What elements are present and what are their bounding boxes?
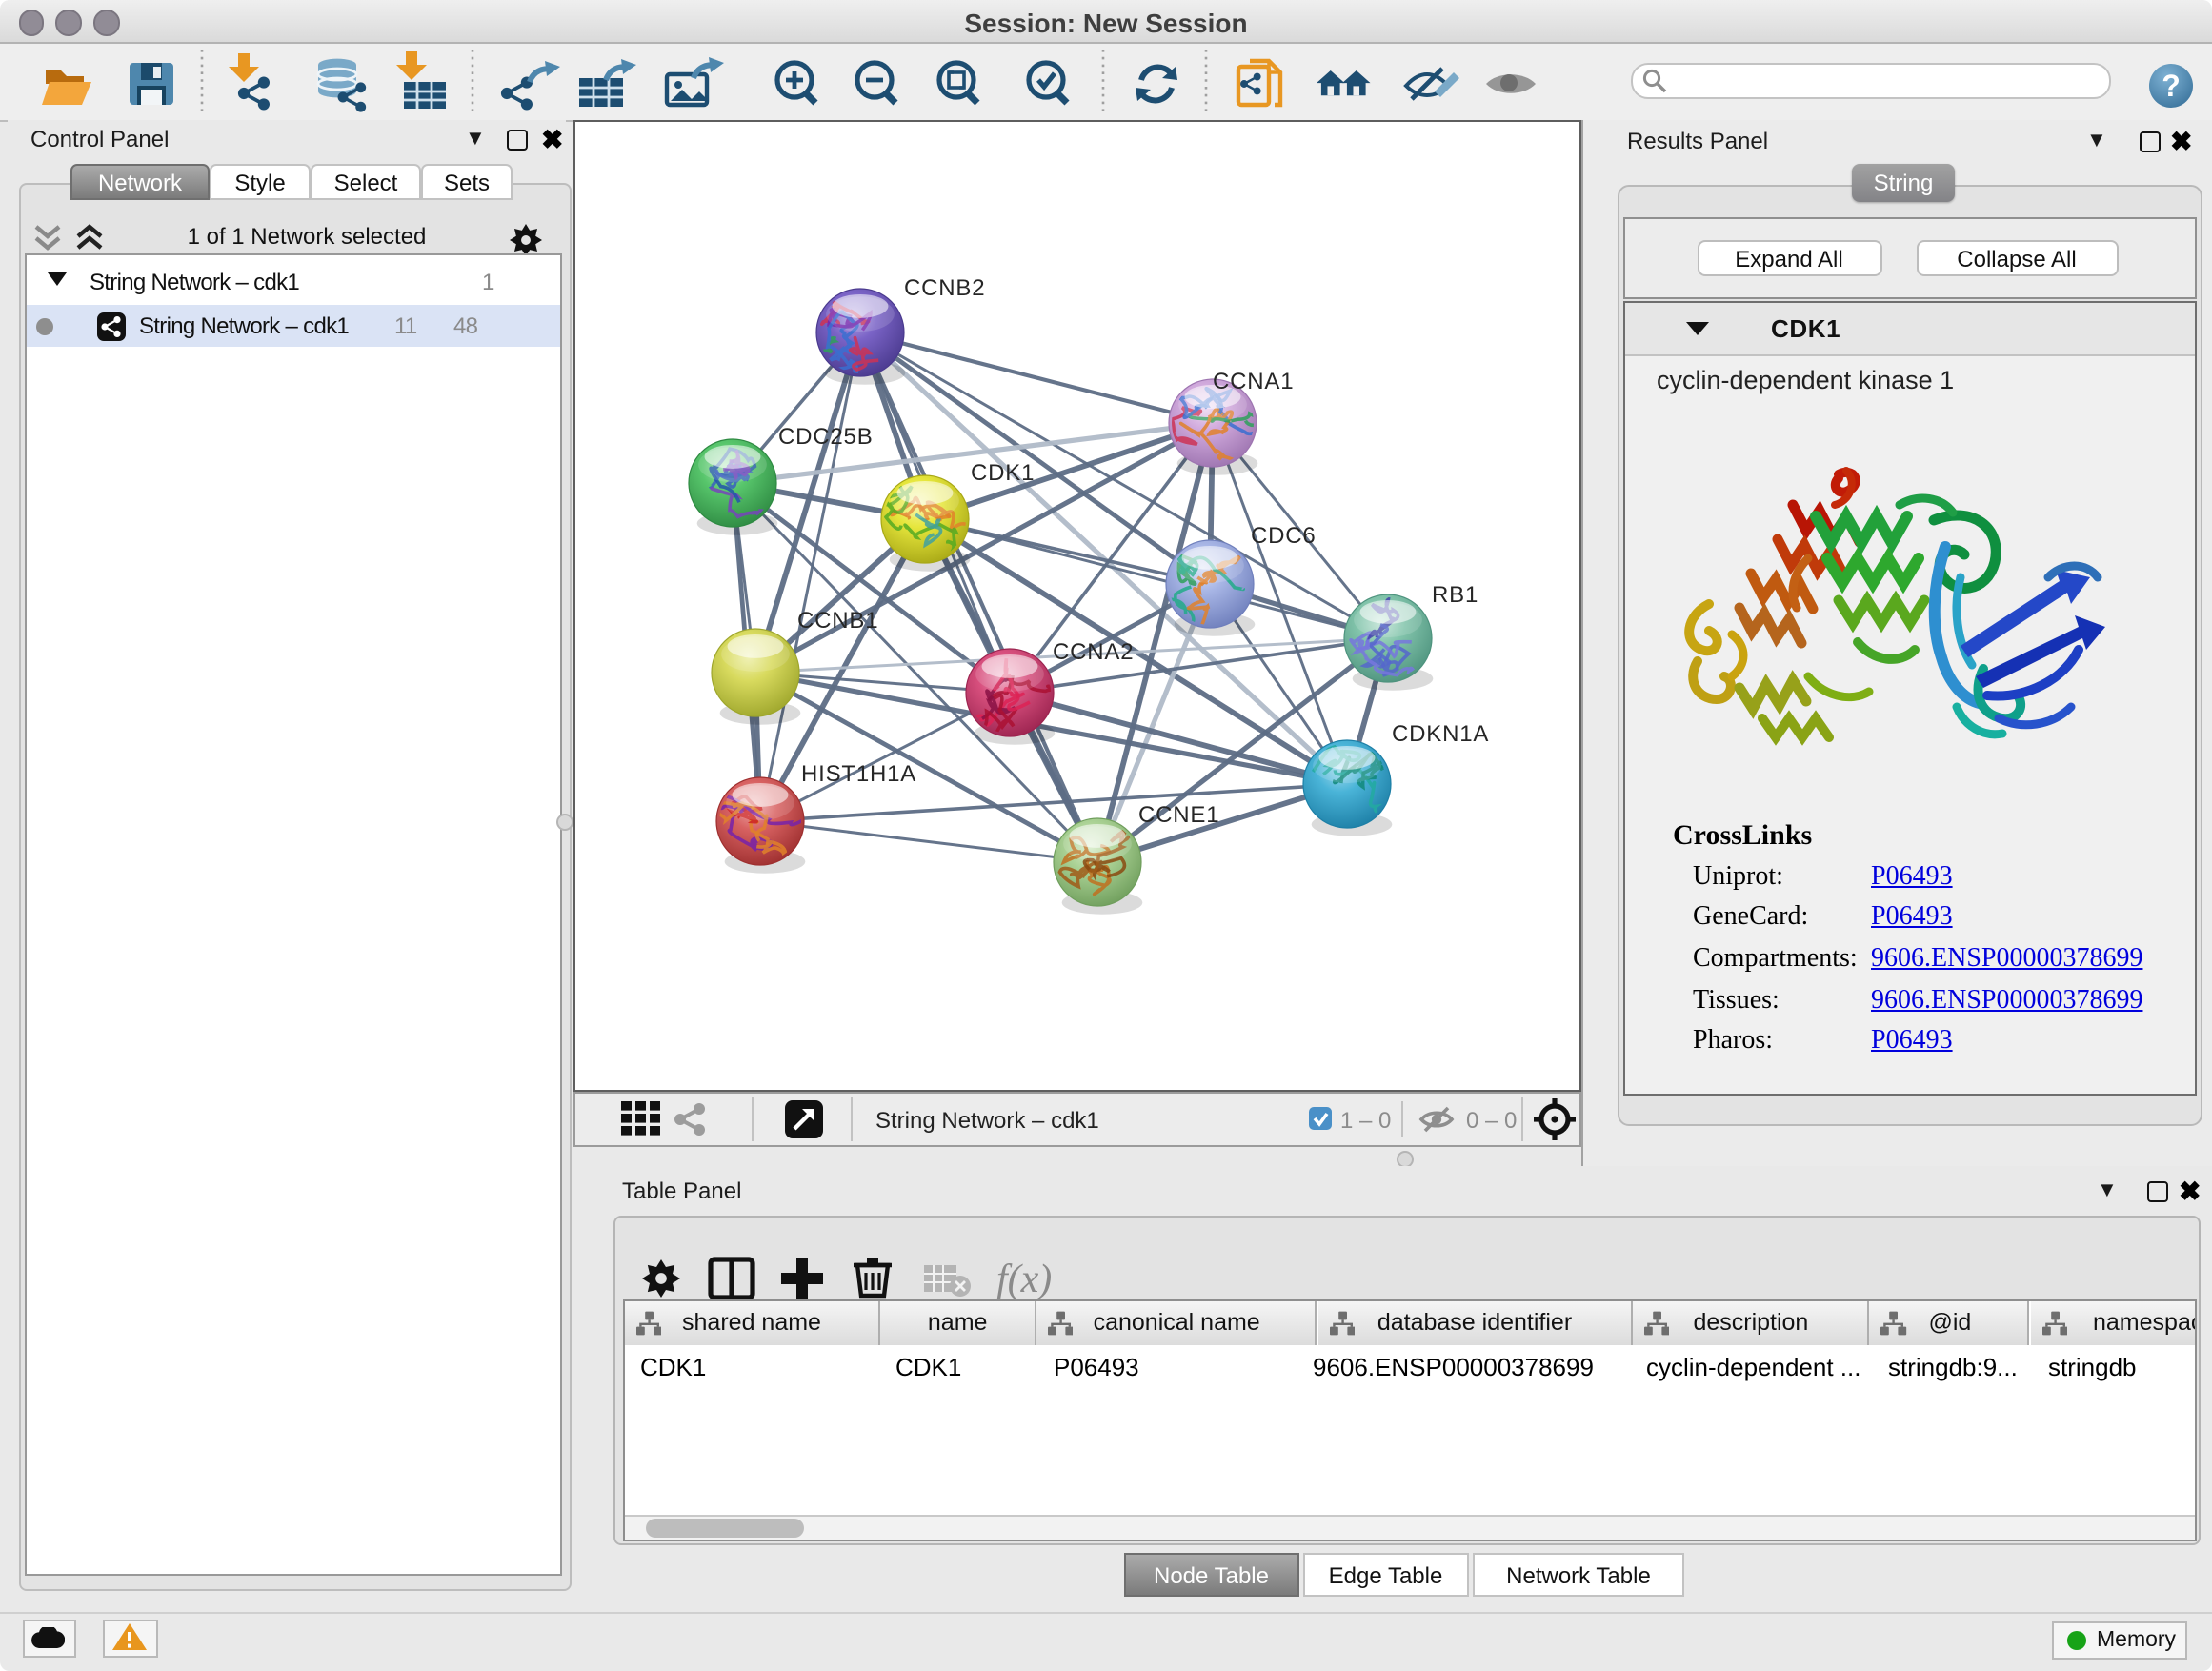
svg-text:CDC6: CDC6 bbox=[1250, 523, 1316, 549]
svg-text:CCNA2: CCNA2 bbox=[1052, 639, 1133, 665]
svg-text:CCNB1: CCNB1 bbox=[796, 608, 877, 634]
svg-text:CDK1: CDK1 bbox=[970, 460, 1034, 486]
svg-text:?: ? bbox=[2162, 68, 2181, 102]
svg-text:CCNA1: CCNA1 bbox=[1212, 369, 1293, 394]
svg-text:CCNB2: CCNB2 bbox=[903, 275, 984, 301]
svg-text:CCNE1: CCNE1 bbox=[1137, 802, 1218, 828]
svg-text:f(x): f(x) bbox=[995, 1258, 1051, 1301]
svg-text:HIST1H1A: HIST1H1A bbox=[800, 761, 915, 787]
svg-text:CDC25B: CDC25B bbox=[777, 424, 873, 450]
svg-text:RB1: RB1 bbox=[1431, 582, 1478, 608]
svg-text:CDKN1A: CDKN1A bbox=[1391, 721, 1488, 747]
